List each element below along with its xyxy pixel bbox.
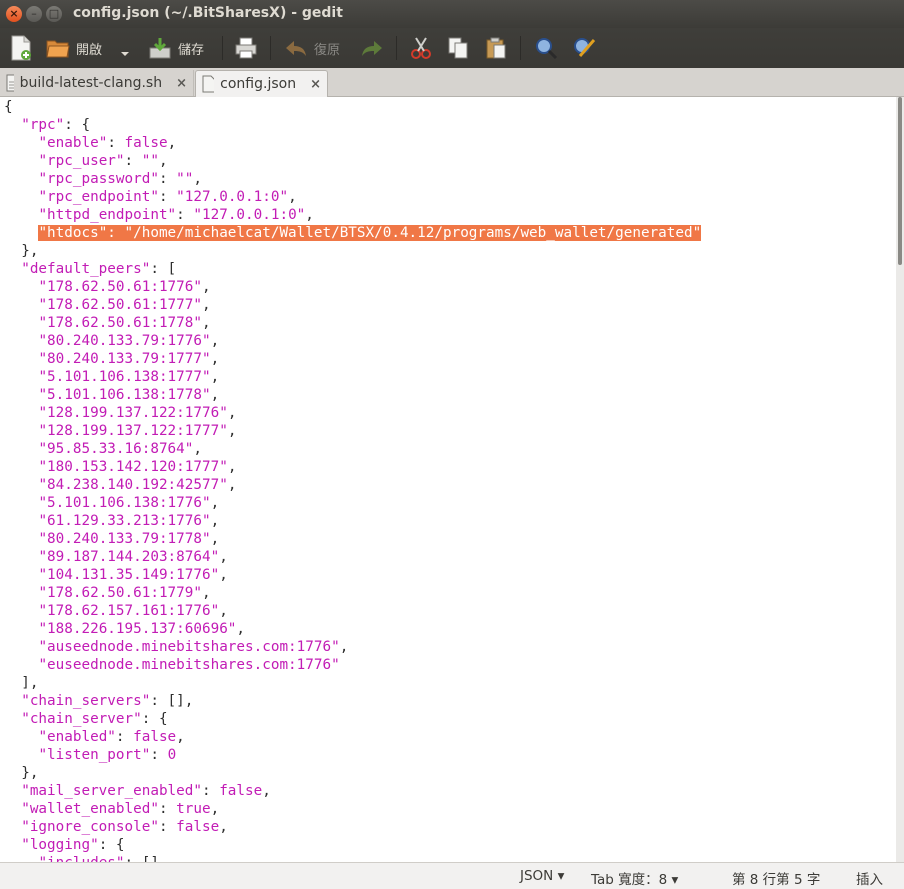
text-file-icon xyxy=(6,74,14,92)
toolbar-separator xyxy=(270,36,271,60)
status-bar: JSON ▾ Tab 寬度：8 ▾ 第 8 行第 5 字 插入 xyxy=(0,862,904,889)
printer-icon xyxy=(235,37,257,59)
code-line[interactable]: "5.101.106.138:1776", xyxy=(4,494,219,512)
undo-icon xyxy=(286,41,306,56)
code-line[interactable]: "rpc": { xyxy=(4,116,90,134)
code-line[interactable]: "178.62.157.161:1776", xyxy=(4,602,227,620)
code-line[interactable]: "rpc_endpoint": "127.0.0.1:0", xyxy=(4,188,296,206)
tab-width-selector[interactable]: Tab 寬度：8 ▾ xyxy=(591,868,678,888)
copy-icon xyxy=(448,37,468,59)
code-line[interactable]: "chain_server": { xyxy=(4,710,167,728)
save-icon xyxy=(149,38,171,59)
tab-label: build-latest-clang.sh xyxy=(19,75,163,91)
code-line[interactable]: "ignore_console": false, xyxy=(4,818,228,836)
new-document-icon xyxy=(11,35,31,61)
code-line[interactable]: "auseednode.minebitshares.com:1776", xyxy=(4,638,348,656)
code-line[interactable]: "httpd_endpoint": "127.0.0.1:0", xyxy=(4,206,313,224)
code-line[interactable]: "includes": [], xyxy=(4,854,167,862)
title-bar: × – □ config.json (~/.BitSharesX) - gedi… xyxy=(0,0,904,28)
open-label: 開啟 xyxy=(76,42,103,58)
new-document-button[interactable] xyxy=(10,34,32,62)
open-dropdown-button[interactable] xyxy=(120,40,130,68)
document-tab-bar: build-latest-clang.sh × config.json × xyxy=(0,68,904,97)
close-window-button[interactable]: × xyxy=(6,6,22,22)
redo-button[interactable] xyxy=(360,34,384,62)
code-line[interactable]: "mail_server_enabled": false, xyxy=(4,782,271,800)
find-replace-button[interactable] xyxy=(572,34,596,62)
tab-close-icon[interactable]: × xyxy=(310,77,321,92)
code-line[interactable]: "80.240.133.79:1777", xyxy=(4,350,219,368)
minimize-window-button[interactable]: – xyxy=(26,6,42,22)
code-line[interactable]: "5.101.106.138:1778", xyxy=(4,386,219,404)
paste-icon xyxy=(486,37,506,59)
cursor-position: 第 8 行第 5 字 xyxy=(732,872,821,888)
code-line[interactable]: "80.240.133.79:1778", xyxy=(4,530,219,548)
tab-build-latest-clang[interactable]: build-latest-clang.sh × xyxy=(0,70,194,96)
code-line[interactable]: "178.62.50.61:1778", xyxy=(4,314,210,332)
maximize-window-button[interactable]: □ xyxy=(46,6,62,22)
code-line[interactable]: }, xyxy=(4,764,38,782)
code-line[interactable]: "128.199.137.122:1777", xyxy=(4,422,236,440)
code-line[interactable]: }, xyxy=(4,242,38,260)
tab-label: config.json xyxy=(220,76,297,92)
toolbar-separator xyxy=(222,36,223,60)
code-line[interactable]: "104.131.35.149:1776", xyxy=(4,566,227,584)
code-line[interactable]: "listen_port": 0 xyxy=(4,746,176,764)
search-icon xyxy=(536,38,558,60)
tab-config-json[interactable]: config.json × xyxy=(195,70,328,97)
undo-button[interactable]: 復原 xyxy=(284,34,340,62)
code-line[interactable]: "chain_servers": [], xyxy=(4,692,193,710)
code-line[interactable]: "180.153.142.120:1777", xyxy=(4,458,236,476)
copy-button[interactable] xyxy=(446,34,470,62)
text-editor[interactable]: { "rpc": { "enable": false, "rpc_user": … xyxy=(0,97,896,862)
insert-mode: 插入 xyxy=(856,872,883,888)
save-button[interactable]: 儲存 xyxy=(148,34,204,62)
code-line[interactable]: "178.62.50.61:1779", xyxy=(4,584,210,602)
code-line[interactable]: "128.199.137.122:1776", xyxy=(4,404,236,422)
redo-icon xyxy=(362,41,382,56)
text-file-icon xyxy=(202,75,215,93)
undo-label: 復原 xyxy=(314,42,341,58)
code-line[interactable]: "95.85.33.16:8764", xyxy=(4,440,202,458)
save-label: 儲存 xyxy=(178,42,205,58)
code-line[interactable]: "enabled": false, xyxy=(4,728,184,746)
code-line[interactable]: { xyxy=(4,98,13,116)
code-line[interactable]: ], xyxy=(4,674,38,692)
code-line[interactable]: "euseednode.minebitshares.com:1776" xyxy=(4,656,339,674)
code-line[interactable]: "enable": false, xyxy=(4,134,176,152)
find-replace-icon xyxy=(574,38,596,57)
paste-button[interactable] xyxy=(484,34,508,62)
language-selector[interactable]: JSON ▾ xyxy=(520,868,564,884)
tab-close-icon[interactable]: × xyxy=(176,76,187,91)
scissors-icon xyxy=(411,37,431,59)
find-button[interactable] xyxy=(534,34,558,62)
code-line[interactable]: "htdocs": "/home/michaelcat/Wallet/BTSX/… xyxy=(4,224,702,242)
code-line[interactable]: "5.101.106.138:1777", xyxy=(4,368,219,386)
dropdown-arrow-icon xyxy=(121,52,129,56)
code-line[interactable]: "178.62.50.61:1777", xyxy=(4,296,210,314)
scrollbar-thumb[interactable] xyxy=(898,97,902,265)
open-button[interactable]: 開啟 xyxy=(46,34,102,62)
window-title: config.json (~/.BitSharesX) - gedit xyxy=(73,5,343,21)
code-line[interactable]: "89.187.144.203:8764", xyxy=(4,548,227,566)
toolbar-separator xyxy=(396,36,397,60)
code-line[interactable]: "84.238.140.192:42577", xyxy=(4,476,236,494)
code-line[interactable]: "rpc_password": "", xyxy=(4,170,202,188)
code-line[interactable]: "61.129.33.213:1776", xyxy=(4,512,219,530)
print-button[interactable] xyxy=(234,34,258,62)
code-line[interactable]: "wallet_enabled": true, xyxy=(4,800,219,818)
toolbar: 開啟 儲存 復原 xyxy=(0,28,904,68)
code-line[interactable]: "178.62.50.61:1776", xyxy=(4,278,210,296)
folder-open-icon xyxy=(46,40,70,58)
code-line[interactable]: "188.226.195.137:60696", xyxy=(4,620,245,638)
code-line[interactable]: "default_peers": [ xyxy=(4,260,176,278)
code-line[interactable]: "80.240.133.79:1776", xyxy=(4,332,219,350)
toolbar-separator xyxy=(520,36,521,60)
code-line[interactable]: "rpc_user": "", xyxy=(4,152,167,170)
cut-button[interactable] xyxy=(410,34,432,62)
code-line[interactable]: "logging": { xyxy=(4,836,124,854)
